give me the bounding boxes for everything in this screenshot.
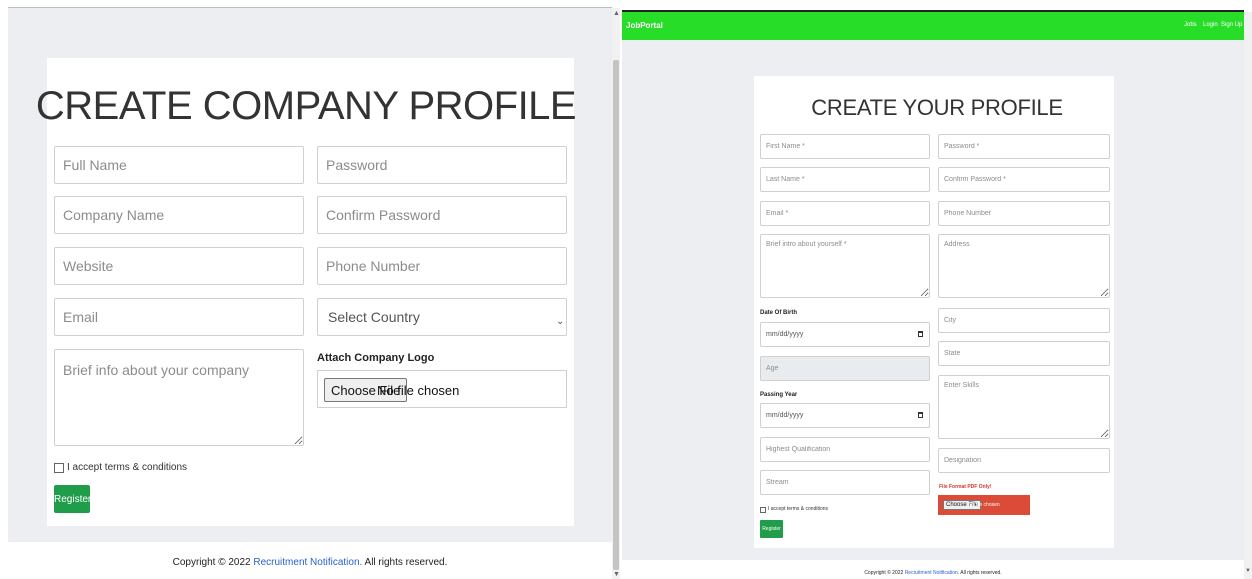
terms-label: I accept terms & conditions xyxy=(768,506,829,512)
footer: Copyright © 2022 Recruitment Notificatio… xyxy=(8,557,612,568)
register-button[interactable]: Register xyxy=(54,485,91,513)
city-input[interactable] xyxy=(938,308,1110,333)
scroll-up-icon[interactable]: ▲ xyxy=(613,10,620,17)
brand-logo[interactable]: JobPortal xyxy=(626,21,663,30)
phone-number-input[interactable] xyxy=(317,247,567,285)
navbar: JobPortal Jobs Login Sign Up xyxy=(622,12,1244,40)
footer: Copyright © 2022 Recruitment Notificatio… xyxy=(622,570,1244,576)
scroll-down-icon[interactable]: ▼ xyxy=(613,571,620,578)
qualification-input[interactable] xyxy=(760,437,930,462)
register-button[interactable]: Register xyxy=(760,520,783,538)
email-input[interactable] xyxy=(54,298,304,336)
designation-input[interactable] xyxy=(938,448,1110,473)
password-input[interactable] xyxy=(938,134,1110,159)
page-title: CREATE COMPANY PROFILE xyxy=(35,84,577,128)
calendar-icon[interactable] xyxy=(918,331,923,337)
scroll-down-icon[interactable]: ▼ xyxy=(1245,568,1251,574)
dob-label: Date Of Birth xyxy=(760,310,798,316)
footer-prefix: Copyright © 2022 xyxy=(864,570,905,576)
nav-jobs[interactable]: Jobs xyxy=(1184,22,1197,28)
terms-checkbox[interactable] xyxy=(760,507,766,513)
email-input[interactable] xyxy=(760,201,930,226)
website-input[interactable] xyxy=(54,247,304,285)
phone-number-input[interactable] xyxy=(938,201,1110,226)
nav-signup[interactable]: Sign Up xyxy=(1221,22,1242,28)
footer-prefix: Copyright © 2022 xyxy=(172,557,254,568)
nav-login[interactable]: Login xyxy=(1203,22,1218,28)
passing-year-value: mm/dd/yyyy xyxy=(766,412,804,419)
skills-textarea[interactable] xyxy=(938,375,1110,439)
footer-suffix: All rights reserved. xyxy=(362,557,448,568)
file-status: No file chosen xyxy=(377,383,460,398)
page-title: CREATE YOUR PROFILE xyxy=(811,95,1063,120)
footer-link[interactable]: Recruitment Notification. xyxy=(905,570,959,576)
stream-input[interactable] xyxy=(760,470,930,495)
country-select[interactable]: Select Country xyxy=(317,298,567,336)
footer-suffix: All rights reserved. xyxy=(959,570,1002,576)
company-profile-window: ▲ ▼ CREATE COMPANY PROFILE Select Countr… xyxy=(0,0,620,579)
footer-link[interactable]: Recruitment Notification. xyxy=(253,557,362,568)
calendar-icon[interactable] xyxy=(918,412,923,418)
last-name-input[interactable] xyxy=(760,167,930,192)
file-format-label: File Format PDF Only! xyxy=(939,484,992,490)
company-brief-textarea[interactable] xyxy=(54,349,304,446)
state-input[interactable] xyxy=(938,341,1110,366)
address-textarea[interactable] xyxy=(938,234,1110,298)
age-input xyxy=(760,356,930,381)
intro-textarea[interactable] xyxy=(760,234,930,298)
scrollbar-thumb[interactable] xyxy=(613,60,619,570)
file-status: No file chosen xyxy=(968,502,1000,508)
dob-value: mm/dd/yyyy xyxy=(766,331,804,338)
chevron-down-icon: ⌄ xyxy=(556,316,565,327)
company-name-input[interactable] xyxy=(54,196,304,234)
password-input[interactable] xyxy=(317,146,567,184)
confirm-password-input[interactable] xyxy=(938,167,1110,192)
first-name-input[interactable] xyxy=(760,134,930,159)
confirm-password-input[interactable] xyxy=(317,196,567,234)
full-name-input[interactable] xyxy=(54,146,304,184)
logo-label: Attach Company Logo xyxy=(317,352,435,364)
passing-year-label: Passing Year xyxy=(760,392,798,398)
terms-label: I accept terms & conditions xyxy=(67,462,188,473)
user-profile-window: JobPortal Jobs Login Sign Up ▼ CREATE YO… xyxy=(622,0,1252,579)
terms-checkbox[interactable] xyxy=(54,463,64,473)
